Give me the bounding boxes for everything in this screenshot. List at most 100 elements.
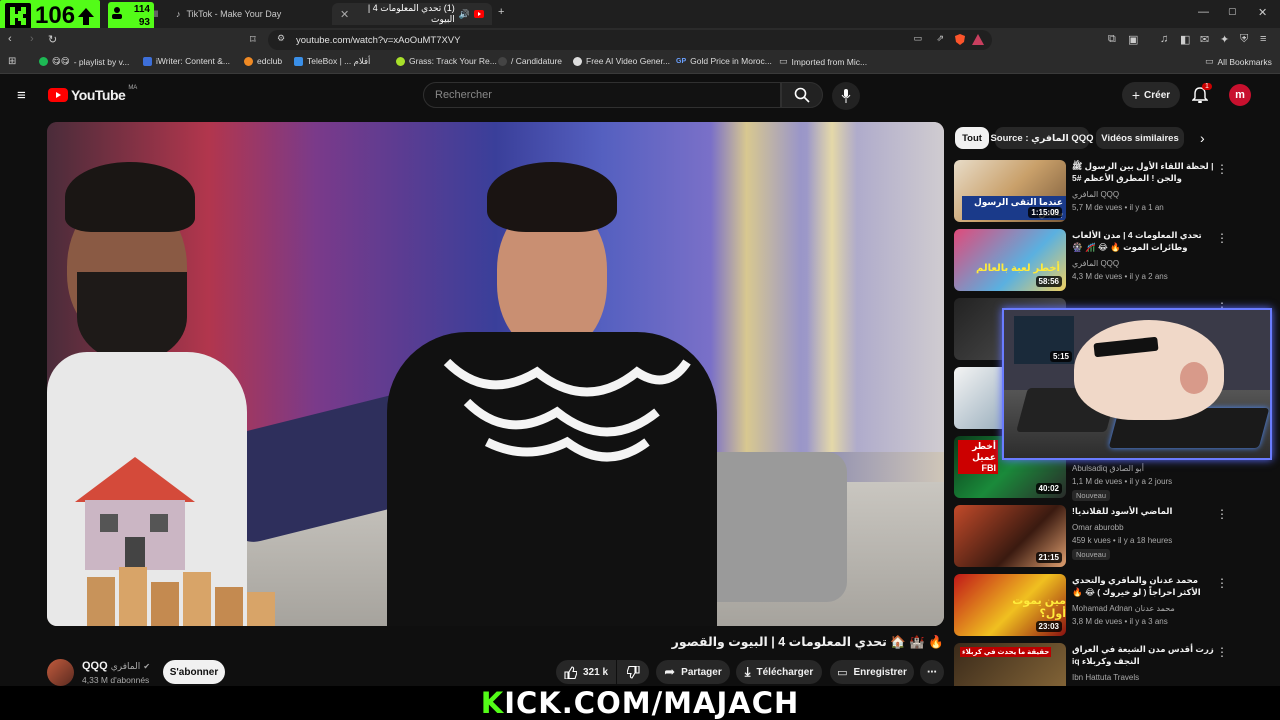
search-input[interactable]: Rechercher bbox=[423, 82, 781, 108]
reload-icon[interactable]: ↻ bbox=[48, 33, 57, 46]
video-title[interactable]: الماضي الأسود للفلانديا! bbox=[1072, 505, 1214, 517]
kebab-menu-icon[interactable]: ⋮ bbox=[1216, 576, 1228, 590]
list-item[interactable]: مين يموت أول؟ 23:03 محمد عدنان والمافري … bbox=[954, 574, 1274, 638]
channel-name[interactable]: المافري QQQ bbox=[1072, 259, 1119, 268]
channel-name[interactable]: QQQ المافري ✔ bbox=[82, 660, 150, 672]
new-tab-icon[interactable]: + bbox=[498, 6, 504, 18]
tab-tiktok-label: TikTok - Make Your Day bbox=[186, 9, 282, 19]
tab-youtube[interactable]: ✕ (1) تحدي المعلومات 4 | البيوت 🔊 bbox=[332, 3, 492, 25]
tab-tiktok[interactable]: ♪ TikTok - Make Your Day bbox=[168, 3, 328, 25]
download-button[interactable]: ⤓ Télécharger bbox=[736, 660, 822, 684]
bookmark-label: edclub bbox=[257, 56, 283, 66]
bookmark-ai-video[interactable]: Free AI Video Gener... bbox=[573, 56, 670, 66]
hair-left bbox=[65, 162, 195, 232]
brave-rewards-icon[interactable] bbox=[972, 34, 984, 48]
video-title: 🔥 🏰 🏠 تحدي المعلومات 4 | البيوت والقصور bbox=[47, 634, 944, 654]
kebab-menu-icon[interactable]: ⋮ bbox=[1216, 645, 1228, 659]
wallet-icon[interactable]: ▣ bbox=[1128, 33, 1138, 46]
cast-icon[interactable]: ▭ bbox=[913, 33, 922, 44]
chip-similar[interactable]: Vidéos similaires bbox=[1096, 127, 1184, 149]
subscribe-button[interactable]: S'abonner bbox=[163, 660, 225, 684]
url-field[interactable]: ⚙ youtube.com/watch?v=xAoOuMT7XVY ▭ ⇗ bbox=[268, 30, 992, 50]
back-icon[interactable]: ‹ bbox=[8, 33, 12, 45]
like-button[interactable]: 321 k bbox=[556, 660, 616, 684]
video-title[interactable]: تحدي المعلومات 4 | مدن الألعاب وطائرات ا… bbox=[1072, 229, 1214, 253]
video-player[interactable] bbox=[47, 122, 944, 626]
kick-banner-text: KICK.COM/MAJACH bbox=[480, 686, 800, 720]
more-actions-button[interactable]: ⋯ bbox=[920, 660, 944, 684]
close-tab-icon[interactable]: ✕ bbox=[340, 8, 349, 21]
thumbnail-text: مين يموت أول؟ bbox=[1012, 595, 1066, 620]
bookmark-grass[interactable]: Grass: Track Your Re... bbox=[396, 56, 497, 66]
channel-name[interactable]: Abulsadiq أبو الصادق bbox=[1072, 464, 1144, 473]
list-item[interactable]: حقيقة ما يحدث في كربلاء زرت أقدس مدن الش… bbox=[954, 643, 1274, 686]
bookmark-imported[interactable]: ▭ Imported from Mic... bbox=[779, 56, 867, 67]
forward-icon[interactable]: › bbox=[30, 33, 34, 45]
bookmark-telebox[interactable]: TeleBox | ... أفلام bbox=[294, 56, 370, 67]
hamburger-menu-icon[interactable]: ≡ bbox=[17, 87, 26, 104]
list-item[interactable]: عندما التقى الرسول بالجن 1:15:09 | لحظة … bbox=[954, 160, 1274, 224]
bookmark-icon[interactable]: ⌑ bbox=[250, 33, 256, 46]
ai-video-icon bbox=[573, 56, 582, 66]
extensions-icon[interactable]: ⧉ bbox=[1108, 33, 1116, 46]
folder-icon: ▭ bbox=[1205, 56, 1214, 66]
channel-name-text: QQQ bbox=[82, 660, 108, 672]
vpn-icon[interactable]: ⛨ bbox=[1240, 33, 1248, 46]
bookmark-gold-price[interactable]: GP Gold Price in Moroc... bbox=[676, 56, 772, 66]
speaker-icon[interactable]: 🔊 bbox=[459, 9, 470, 20]
voice-search-button[interactable] bbox=[832, 82, 860, 110]
share-icon: ➦ bbox=[664, 664, 676, 679]
channel-name[interactable]: Mohamad Adnan محمد عدنان bbox=[1072, 604, 1175, 613]
bookmark-edclub[interactable]: edclub bbox=[244, 56, 282, 66]
maximize-icon[interactable]: ▢ bbox=[1228, 6, 1237, 17]
leo-ai-icon[interactable]: ✦ bbox=[1220, 33, 1229, 46]
create-button[interactable]: + Créer bbox=[1122, 82, 1180, 108]
bookmark-playlist[interactable]: 😋😋 - playlist by v... bbox=[39, 56, 129, 67]
chip-all[interactable]: Tout bbox=[955, 127, 989, 149]
video-thumbnail[interactable]: حقيقة ما يحدث في كربلاء bbox=[954, 643, 1066, 686]
minimize-icon[interactable]: — bbox=[1198, 6, 1209, 18]
dislike-button[interactable] bbox=[617, 660, 649, 684]
video-thumbnail[interactable]: مين يموت أول؟ 23:03 bbox=[954, 574, 1066, 636]
video-meta: 5,7 M de vues • il y a 1 an bbox=[1072, 203, 1164, 212]
menu-icon[interactable]: ≡ bbox=[1260, 33, 1266, 45]
bookmark-all[interactable]: ▭ All Bookmarks bbox=[1205, 56, 1272, 67]
save-button[interactable]: ▭ Enregistrer bbox=[830, 660, 914, 684]
video-title[interactable]: | لحظة اللقاء الأول بين الرسول ﷺ والجن !… bbox=[1072, 160, 1214, 184]
video-title[interactable]: زرت أقدس مدن الشيعة في العراق النجف وكرب… bbox=[1072, 643, 1214, 667]
channel-name[interactable]: المافري QQQ bbox=[1072, 190, 1119, 199]
avatar[interactable]: m bbox=[1229, 84, 1251, 106]
share-page-icon[interactable]: ⇗ bbox=[936, 33, 944, 44]
bookmark-candidature[interactable]: / Candidature bbox=[498, 56, 562, 66]
brave-shield-icon[interactable] bbox=[954, 33, 966, 49]
mail-icon[interactable]: ✉ bbox=[1200, 33, 1209, 46]
media-icon[interactable]: ♫ bbox=[1160, 33, 1168, 45]
bookmark-iwriter[interactable]: iWriter: Content &... bbox=[143, 56, 230, 66]
search-button[interactable] bbox=[781, 82, 823, 108]
tab-partial[interactable]: ill bbox=[152, 3, 166, 25]
viewers-top: 114 bbox=[133, 4, 150, 15]
kebab-menu-icon[interactable]: ⋮ bbox=[1216, 231, 1228, 245]
kebab-menu-icon[interactable]: ⋮ bbox=[1216, 507, 1228, 521]
channel-name[interactable]: Ibn Hattuta Travels bbox=[1072, 673, 1139, 682]
channel-avatar[interactable] bbox=[47, 659, 74, 686]
video-thumbnail[interactable]: أخطر لعبة بالعالم 58:56 bbox=[954, 229, 1066, 291]
channel-name[interactable]: Omar aburobb bbox=[1072, 523, 1124, 532]
share-button[interactable]: ➦ Partager bbox=[656, 660, 730, 684]
sidebar-icon[interactable]: ◧ bbox=[1180, 33, 1190, 46]
chevron-right-icon[interactable]: › bbox=[1200, 130, 1205, 146]
close-window-icon[interactable]: ✕ bbox=[1258, 6, 1267, 19]
youtube-logo[interactable]: YouTube MA bbox=[48, 85, 137, 103]
video-thumbnail[interactable]: 21:15 bbox=[954, 505, 1066, 567]
list-item[interactable]: 21:15 الماضي الأسود للفلانديا! Omar abur… bbox=[954, 505, 1274, 569]
apps-grid-icon[interactable]: ⊞ bbox=[8, 56, 16, 67]
bookmark-label: Grass: Track Your Re... bbox=[409, 56, 497, 66]
video-thumbnail[interactable]: عندما التقى الرسول بالجن 1:15:09 bbox=[954, 160, 1066, 222]
webcam-mini-feed: 5:15 bbox=[1014, 316, 1074, 364]
kebab-menu-icon[interactable]: ⋮ bbox=[1216, 162, 1228, 176]
notifications-button[interactable]: 1 bbox=[1191, 83, 1212, 109]
list-item[interactable]: أخطر لعبة بالعالم 58:56 تحدي المعلومات 4… bbox=[954, 229, 1274, 293]
site-info-icon[interactable]: ⚙ bbox=[277, 33, 285, 44]
video-title[interactable]: محمد عدنان والمافري والتحدي الأكثر احراج… bbox=[1072, 574, 1214, 598]
chip-source[interactable]: Source : المافري QQQ bbox=[990, 127, 1094, 149]
